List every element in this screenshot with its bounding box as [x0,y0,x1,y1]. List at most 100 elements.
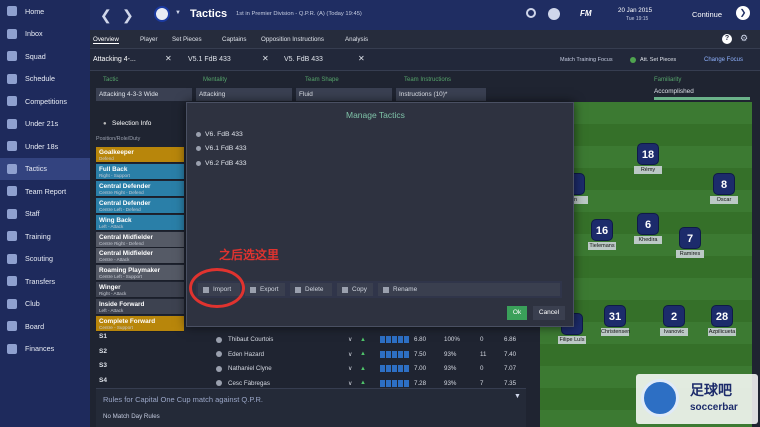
subnav-player[interactable]: Player [140,36,158,43]
tab-attacking[interactable]: Attacking 4-... [93,56,136,63]
settings-icon[interactable]: ⚙ [740,33,748,44]
radio-icon[interactable] [196,146,201,151]
sidebar-item-inbox[interactable]: Inbox [0,23,90,45]
arrow-up-icon: ▲ [360,365,366,372]
pitch-player[interactable]: 6 Khedira [634,213,662,244]
role-slot[interactable]: Roaming Playmaker Centre Left - Support [96,265,184,282]
tab-v5[interactable]: V5. FdB 433 [284,56,323,63]
staff-icon [7,208,17,219]
role-slot[interactable]: Central Defender Centre Left - Defend [96,197,184,214]
sidebar-item-label: Transfers [25,276,56,286]
pitch-player[interactable]: 8 Oscar [710,173,738,204]
dropdown-icon[interactable]: ▼ [175,10,181,16]
sidebar-item-under-21s[interactable]: Under 21s [0,113,90,135]
role-slot[interactable]: Winger Right - Attack [96,282,184,299]
sidebar-item-label: Scouting [25,254,53,263]
sidebar-item-schedule[interactable]: Schedule [0,68,90,90]
tab-v51[interactable]: V5.1 FdB 433 [188,56,231,63]
player-rating: 7.50 [414,350,427,358]
sidebar-item-label: Schedule [25,74,55,83]
continue-arrow-icon[interactable]: ❯ [736,6,750,20]
subnav-opposition[interactable]: Opposition Instructions [261,36,324,43]
role-slot[interactable]: Central Defender Centre Right - Defend [96,180,184,197]
role-slot[interactable]: Goalkeeper Defend [96,147,184,163]
role-duty: Centre - Attack [99,257,130,263]
role-slot[interactable]: Wing Back Left - Attack [96,214,184,231]
sub-navigation: Overview Player Set Pieces Captains Oppo… [90,30,760,49]
close-icon[interactable]: ✕ [262,54,269,63]
sidebar-item-competitions[interactable]: Competitions [0,90,90,112]
globe-icon[interactable] [548,8,560,20]
close-icon[interactable]: ✕ [358,54,365,63]
cancel-button[interactable]: Cancel [533,306,565,320]
sidebar-item-transfers[interactable]: Transfers [0,270,90,292]
selection-info-title[interactable]: Selection Info [112,120,151,127]
continue-button[interactable]: Continue [692,10,722,19]
sidebar-item-squad[interactable]: Squad [0,45,90,67]
export-button[interactable]: Export [245,283,285,296]
subnav-overview[interactable]: Overview [93,36,119,44]
chevron-down-icon[interactable]: ∨ [348,351,352,358]
pitch-player[interactable]: 7 Ramires [676,227,704,258]
role-slot[interactable]: Inside Forward Left - Attack [96,299,184,316]
search-icon[interactable] [526,8,536,18]
sidebar-item-training[interactable]: Training [0,225,90,247]
role-slot[interactable]: Full Back Right - Support [96,163,184,180]
sidebar-item-staff[interactable]: Staff [0,203,90,225]
pitch-player[interactable]: 2 Ivanovic [660,305,688,336]
subnav-captains[interactable]: Captains [222,36,246,43]
chevron-down-icon[interactable]: ∨ [348,380,352,387]
subnav-set-pieces[interactable]: Set Pieces [172,36,202,43]
sidebar-item-under-18s[interactable]: Under 18s [0,135,90,157]
pitch-player[interactable]: 28 Azpilicueta [708,305,736,336]
sidebar-item-home[interactable]: Home [0,0,90,22]
table-row[interactable]: Thibaut Courtois ∨ ▲ 6.80 100% 0 6.86 [198,333,528,346]
sidebar-item-finances[interactable]: Finances [0,338,90,360]
sidebar-item-team-report[interactable]: Team Report [0,180,90,202]
competitions-icon [7,96,17,106]
sidebar-item-scouting[interactable]: Scouting [0,248,90,270]
chevron-down-icon[interactable]: ∨ [348,336,352,343]
instructions-button[interactable]: Instructions (10)* [396,88,486,101]
page-title: Tactics [190,8,228,20]
tactic-list-item[interactable]: V6.2 FdB 433 [196,157,556,169]
subnav-analysis[interactable]: Analysis [345,36,368,43]
mentality-select[interactable]: Attacking [196,88,292,101]
role-slot[interactable]: Central Midfielder Centre Right - Defend [96,231,184,248]
role-name: Full Back [99,165,128,173]
radio-icon[interactable] [196,160,201,166]
dialog-title: Manage Tactics [346,110,405,120]
chevron-down-icon[interactable]: ∨ [348,365,352,372]
training-focus-value[interactable]: Att. Set Pieces [640,57,676,63]
rename-button[interactable]: Rename [378,283,560,296]
rating-bars [380,336,410,343]
role-slot[interactable]: Central Midfielder Centre - Attack [96,248,184,265]
tactic-list-item[interactable]: V6.1 FdB 433 [196,143,556,155]
role-slot[interactable]: Complete Forward Centre - Support [96,316,184,332]
ok-button[interactable]: Ok [507,306,527,320]
sidebar-item-tactics[interactable]: Tactics [0,157,90,180]
average-rating: 7.40 [504,350,517,358]
sidebar-item-board[interactable]: Board [0,315,90,337]
tactic-list-item[interactable]: V6. FdB 433 [196,128,556,140]
sidebar-item-club[interactable]: Club [0,293,90,315]
pitch-player[interactable]: 31 Christensen [601,305,630,336]
fm-logo[interactable]: FM [580,9,592,18]
role-duty: Left - Attack [99,308,124,314]
delete-button[interactable]: Delete [290,283,332,296]
forward-icon[interactable]: ❯ [122,7,134,24]
table-row[interactable]: Nathaniel Clyne ∨ ▲ 7.00 93% 0 7.07 [198,362,528,375]
pitch-player[interactable]: 16 Tielemans [588,219,616,250]
pitch-player[interactable]: 18 Rémy [634,143,662,174]
table-row[interactable]: Eden Hazard ∨ ▲ 7.50 93% 11 7.40 [198,348,528,361]
copy-button[interactable]: Copy [337,283,373,296]
change-focus-button[interactable]: Change Focus [704,57,743,63]
back-icon[interactable]: ❮ [100,7,112,24]
rules-collapse-icon[interactable]: ▼ [514,393,521,400]
sidebar-item-label: Staff [25,209,40,218]
close-icon[interactable]: ✕ [165,54,172,63]
tactic-select[interactable]: Attacking 4-3-3 Wide [96,88,192,101]
help-icon[interactable]: ? [722,34,732,44]
radio-icon[interactable] [196,131,201,137]
shape-select[interactable]: Fluid [296,88,392,101]
